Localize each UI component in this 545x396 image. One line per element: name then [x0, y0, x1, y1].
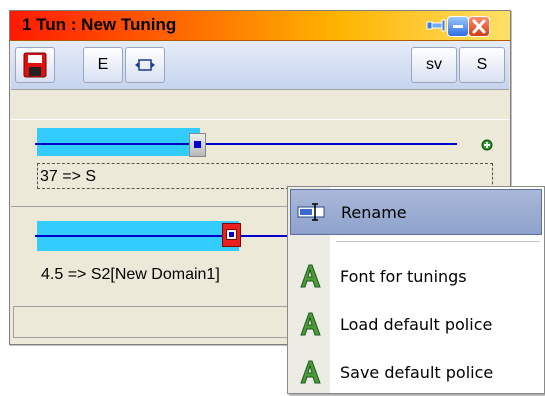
tuning-value-2[interactable]: 4.5 => S2[New Domain1] — [41, 263, 220, 287]
slider-thumb[interactable] — [189, 133, 206, 157]
menu-item-label: Font for tunings — [340, 266, 467, 286]
menu-item-font-for-tunings[interactable]: Font for tunings — [290, 253, 542, 299]
floppy-disk-icon — [23, 52, 47, 78]
window-title: 1 Tun : New Tuning — [22, 15, 177, 34]
title-bar[interactable]: 1 Tun : New Tuning — [10, 11, 510, 41]
menu-item-save-default-police[interactable]: Save default police — [290, 349, 542, 395]
slider-fill — [37, 128, 200, 156]
e-button[interactable]: E — [83, 47, 123, 83]
font-a-icon — [290, 264, 330, 288]
slider-track[interactable] — [35, 235, 305, 237]
rename-icon — [291, 202, 331, 222]
menu-item-label: Save default police — [340, 362, 494, 382]
s-button[interactable]: S — [459, 47, 505, 83]
pin-icon[interactable] — [426, 16, 446, 35]
menu-item-label: Rename — [341, 202, 407, 222]
menu-item-rename[interactable]: Rename — [290, 189, 542, 235]
slider-thumb[interactable] — [222, 223, 241, 247]
sv-button[interactable]: sv — [411, 47, 457, 83]
resize-button[interactable] — [125, 47, 165, 83]
minimize-button[interactable] — [447, 16, 469, 37]
context-menu: Rename Font for tunings Load default pol… — [287, 186, 545, 394]
plus-icon[interactable] — [481, 136, 493, 155]
menu-separator — [336, 241, 540, 242]
menu-item-load-default-police[interactable]: Load default police — [290, 301, 542, 347]
font-a-icon — [290, 360, 330, 384]
horizontal-resize-icon — [135, 59, 155, 71]
menu-item-label: Load default police — [340, 314, 493, 334]
close-button[interactable] — [468, 16, 490, 37]
slider-track[interactable] — [35, 143, 457, 145]
font-a-icon — [290, 312, 330, 336]
save-button[interactable] — [15, 47, 55, 83]
toolbar: E sv S — [11, 41, 509, 90]
